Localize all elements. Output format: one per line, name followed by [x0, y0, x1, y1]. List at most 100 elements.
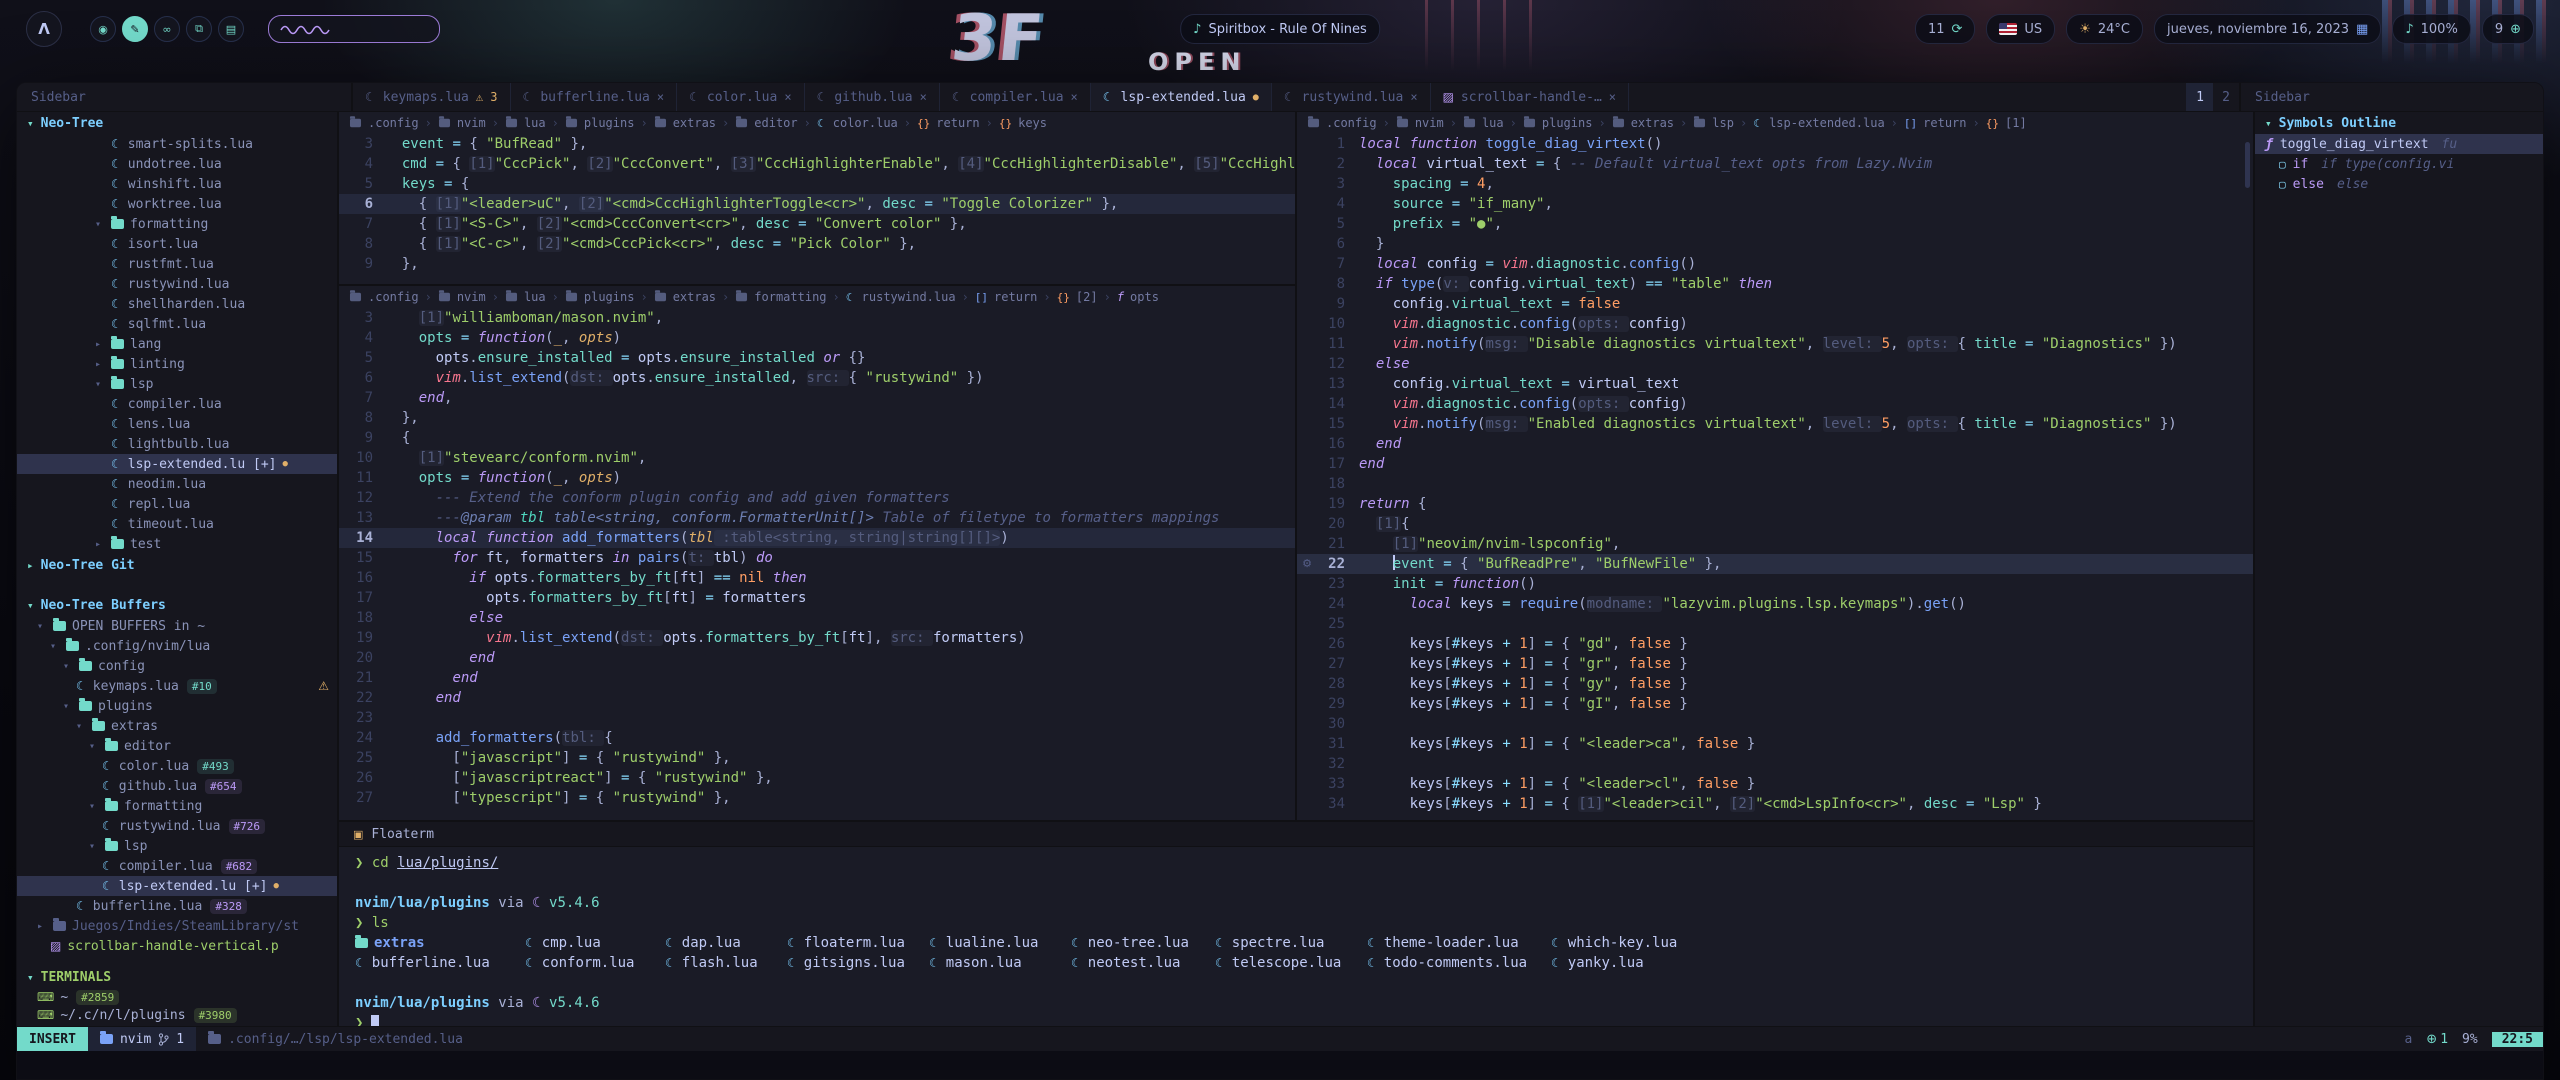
code-line[interactable]: 19 vim.list_extend(dst: opts.formatters_… — [339, 628, 1295, 648]
code-line[interactable]: 22 end — [339, 688, 1295, 708]
code-line[interactable]: ⚙22 event = { "BufReadPre", "BufNewFile"… — [1297, 554, 2253, 574]
code-line[interactable]: 25 — [1297, 614, 2253, 634]
code-line[interactable]: 16 end — [1297, 434, 2253, 454]
section-neo-tree[interactable]: ▾Neo-Tree — [17, 112, 337, 134]
close-icon[interactable]: × — [784, 90, 791, 104]
code-line[interactable]: 6 { [1]"<leader>uC", [2]"<cmd>CccHighlig… — [339, 194, 1295, 214]
tab-color-lua[interactable]: ☾color.lua× — [677, 83, 804, 111]
code-line[interactable]: 29 keys[#keys + 1] = { "gI", false } — [1297, 694, 2253, 714]
tree-item[interactable]: ▾extras — [17, 716, 337, 736]
code-line[interactable]: 5 opts.ensure_installed = opts.ensure_in… — [339, 348, 1295, 368]
code-line[interactable]: 11 vim.notify(msg: "Disable diagnostics … — [1297, 334, 2253, 354]
outline-item[interactable]: ▢elseelse — [2255, 174, 2543, 194]
tabpage-1[interactable]: 1 — [2187, 83, 2213, 111]
section-neo-tree-buffers[interactable]: ▾Neo-Tree Buffers — [17, 594, 337, 616]
module-volume[interactable]: ♪100% — [2392, 14, 2470, 44]
tree-item[interactable]: ☾lightbulb.lua — [17, 434, 337, 454]
code-line[interactable]: 3 event = { "BufRead" }, — [339, 134, 1295, 154]
code-line[interactable]: 10 [1]"stevearc/conform.nvim", — [339, 448, 1295, 468]
code-line[interactable]: 30 — [1297, 714, 2253, 734]
code-line[interactable]: 2 local virtual_text = { -- Default virt… — [1297, 154, 2253, 174]
module-keyboard-layout[interactable]: US — [1986, 14, 2055, 44]
scrollbar-handle[interactable] — [2245, 142, 2250, 188]
code-line[interactable]: 9 }, — [339, 254, 1295, 274]
outline-item[interactable]: ƒtoggle_diag_virtextfu — [2255, 134, 2543, 154]
link-button[interactable]: ∞ — [154, 16, 180, 42]
tree-item[interactable]: ▾formatting — [17, 796, 337, 816]
tab-keymaps-lua[interactable]: ☾keymaps.lua⚠ 3 — [353, 83, 511, 111]
tree-item[interactable]: ☾bufferline.lua#328 — [17, 896, 337, 916]
tree-item[interactable]: ☾neodim.lua — [17, 474, 337, 494]
code-line[interactable]: 15 for ft, formatters in pairs(t: tbl) d… — [339, 548, 1295, 568]
code-line[interactable]: 26 keys[#keys + 1] = { "gd", false } — [1297, 634, 2253, 654]
tree-item[interactable]: ▸Juegos/Indies/SteamLibrary/st — [17, 916, 337, 936]
tree-item[interactable]: ☾color.lua#493 — [17, 756, 337, 776]
code-line[interactable]: 21 [1]"neovim/nvim-lspconfig", — [1297, 534, 2253, 554]
code-line[interactable]: 24 add_formatters(tbl: { — [339, 728, 1295, 748]
outline-item[interactable]: ▢ifif type(config.vi — [2255, 154, 2543, 174]
tree-item[interactable]: ▸lang — [17, 334, 337, 354]
code-line[interactable]: 12 --- Extend the conform plugin config … — [339, 488, 1295, 508]
code-line[interactable]: 6 } — [1297, 234, 2253, 254]
tree-item[interactable]: ☾lsp-extended.lu [+]● — [17, 454, 337, 474]
tree-item[interactable]: ☾timeout.lua — [17, 514, 337, 534]
code-line[interactable]: 27 ["typescript"] = { "rustywind" }, — [339, 788, 1295, 808]
file-button[interactable]: ▤ — [218, 16, 244, 42]
tree-item[interactable]: ☾rustywind.lua — [17, 274, 337, 294]
code-line[interactable]: 24 local keys = require(modname: "lazyvi… — [1297, 594, 2253, 614]
tree-item[interactable]: ▸test — [17, 534, 337, 554]
tree-item[interactable]: ☾lsp-extended.lu [+]● — [17, 876, 337, 896]
close-icon[interactable]: × — [1609, 90, 1616, 104]
code-line[interactable]: 27 keys[#keys + 1] = { "gr", false } — [1297, 654, 2253, 674]
audio-visualizer-widget[interactable] — [268, 15, 440, 43]
code-line[interactable]: 26 ["javascriptreact"] = { "rustywind" }… — [339, 768, 1295, 788]
code-line[interactable]: 19return { — [1297, 494, 2253, 514]
code-line[interactable]: 5 keys = { — [339, 174, 1295, 194]
code-line[interactable]: 4 opts = function(_, opts) — [339, 328, 1295, 348]
code-line[interactable]: 21 end — [339, 668, 1295, 688]
tab-compiler-lua[interactable]: ☾compiler.lua× — [940, 83, 1091, 111]
tree-item[interactable]: ☾github.lua#654 — [17, 776, 337, 796]
tree-item[interactable]: ▾plugins — [17, 696, 337, 716]
tab-rustywind-lua[interactable]: ☾rustywind.lua× — [1272, 83, 1431, 111]
code-line[interactable]: 16 if opts.formatters_by_ft[ft] == nil t… — [339, 568, 1295, 588]
code-line[interactable]: 17end — [1297, 454, 2253, 474]
tree-item[interactable]: ▾config — [17, 656, 337, 676]
code-line[interactable]: 7 { [1]"<S-C>", [2]"<cmd>CccConvert<cr>"… — [339, 214, 1295, 234]
section-terminals[interactable]: ▾TERMINALS — [17, 966, 337, 988]
close-icon[interactable]: × — [1071, 90, 1078, 104]
code-line[interactable]: 14 vim.diagnostic.config(opts: config) — [1297, 394, 2253, 414]
tree-item[interactable]: ☾isort.lua — [17, 234, 337, 254]
tree-item[interactable]: ☾rustywind.lua#726 — [17, 816, 337, 836]
code-line[interactable]: 15 vim.notify(msg: "Enabled diagnostics … — [1297, 414, 2253, 434]
code-line[interactable]: 8 { [1]"<C-c>", [2]"<cmd>CccPick<cr>", d… — [339, 234, 1295, 254]
tree-item[interactable]: ☾shellharden.lua — [17, 294, 337, 314]
code-line[interactable]: 34 keys[#keys + 1] = { [1]"<leader>cil",… — [1297, 794, 2253, 814]
tab-scrollbar-handle-[interactable]: ▨scrollbar-handle-…× — [1431, 83, 1629, 111]
tree-item[interactable]: ▾OPEN BUFFERS in ~ — [17, 616, 337, 636]
tree-item[interactable]: ▨scrollbar-handle-vertical.p — [17, 936, 337, 956]
code-line[interactable]: 13 ---@param tbl table<string, conform.F… — [339, 508, 1295, 528]
code-line[interactable]: 18 — [1297, 474, 2253, 494]
code-line[interactable]: 9 config.virtual_text = false — [1297, 294, 2253, 314]
tree-item[interactable]: ▾lsp — [17, 374, 337, 394]
code-line[interactable]: 5 prefix = "●", — [1297, 214, 2253, 234]
section-symbols-outline[interactable]: ▾Symbols Outline — [2255, 112, 2543, 134]
code-line[interactable]: 14 local function add_formatters(tbl :ta… — [339, 528, 1295, 548]
code-line[interactable]: 12 else — [1297, 354, 2253, 374]
code-line[interactable]: 23 init = function() — [1297, 574, 2253, 594]
code-line[interactable]: 20 end — [339, 648, 1295, 668]
tree-item[interactable]: ☾compiler.lua#682 — [17, 856, 337, 876]
module-date[interactable]: jueves, noviembre 16, 2023▦ — [2154, 14, 2381, 44]
tree-item[interactable]: ▾lsp — [17, 836, 337, 856]
floaterm-terminal[interactable]: ❯ cd lua/plugins/nvim/lua/plugins via ☾ … — [339, 847, 2253, 1026]
tree-item[interactable]: ▸linting — [17, 354, 337, 374]
tab-lsp-extended-lua[interactable]: ☾lsp-extended.lua● — [1091, 83, 1272, 111]
music-player-module[interactable]: ♪ Spiritbox - Rule Of Nines — [1180, 14, 1380, 44]
code-line[interactable]: 33 keys[#keys + 1] = { "<leader>cl", fal… — [1297, 774, 2253, 794]
code-line[interactable]: 18 else — [339, 608, 1295, 628]
close-icon[interactable]: × — [920, 90, 927, 104]
tree-item[interactable]: ☾worktree.lua — [17, 194, 337, 214]
code-line[interactable]: 6 vim.list_extend(dst: opts.ensure_insta… — [339, 368, 1295, 388]
code-line[interactable]: 4 source = "if_many", — [1297, 194, 2253, 214]
